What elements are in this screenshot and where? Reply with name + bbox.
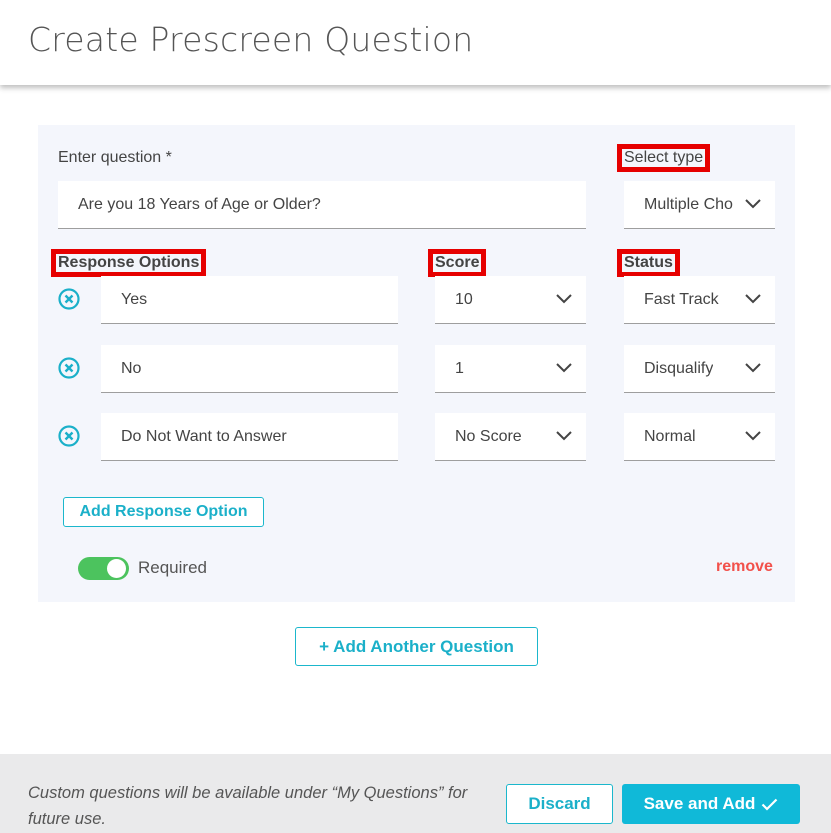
status-select[interactable]: Disqualify	[624, 345, 775, 393]
score-select-value: 10	[455, 290, 473, 308]
status-header: Status	[617, 249, 680, 277]
score-select-value: No Score	[455, 427, 522, 445]
discard-button[interactable]: Discard	[506, 784, 613, 824]
save-and-add-button[interactable]: Save and Add	[622, 784, 800, 824]
required-toggle[interactable]	[78, 557, 129, 580]
question-input-value: Are you 18 Years of Age or Older?	[78, 195, 321, 213]
response-option-value: Yes	[121, 290, 148, 308]
question-label: Enter question *	[58, 149, 172, 166]
remove-question-link[interactable]: remove	[716, 558, 773, 576]
status-select-value: Fast Track	[644, 290, 719, 308]
type-select-value: Multiple Cho	[644, 195, 733, 213]
score-select-value: 1	[455, 359, 464, 377]
status-select[interactable]: Fast Track	[624, 276, 775, 324]
save-and-add-label: Save and Add	[643, 794, 756, 813]
checkmark-icon	[762, 798, 778, 811]
score-header: Score	[427, 249, 487, 277]
response-options-header: Response Options	[50, 249, 207, 277]
toggle-knob	[107, 559, 126, 578]
response-option-value: No	[121, 359, 142, 377]
score-select[interactable]: No Score	[435, 413, 586, 461]
required-label: Required	[138, 558, 207, 577]
question-input[interactable]: Are you 18 Years of Age or Older?	[58, 181, 586, 229]
response-option-input[interactable]: No	[101, 345, 398, 393]
status-select-value: Disqualify	[644, 359, 714, 377]
chevron-down-icon	[745, 431, 761, 441]
status-select-value: Normal	[644, 427, 696, 445]
select-type-label: Select type	[616, 144, 711, 172]
add-another-question-button[interactable]: + Add Another Question	[295, 627, 538, 666]
remove-option-icon[interactable]	[58, 288, 80, 310]
add-response-option-button[interactable]: Add Response Option	[63, 497, 264, 527]
remove-option-icon[interactable]	[58, 425, 80, 447]
score-select[interactable]: 10	[435, 276, 586, 324]
chevron-down-icon	[745, 294, 761, 304]
chevron-down-icon	[556, 363, 572, 373]
page-title: Create Prescreen Question	[28, 20, 474, 59]
remove-option-icon[interactable]	[58, 357, 80, 379]
chevron-down-icon	[556, 294, 572, 304]
footer-note: Custom questions will be available under…	[28, 784, 468, 828]
chevron-down-icon	[745, 199, 761, 209]
chevron-down-icon	[745, 363, 761, 373]
chevron-down-icon	[556, 431, 572, 441]
type-select[interactable]: Multiple Cho	[624, 181, 775, 229]
response-option-input[interactable]: Yes	[101, 276, 398, 324]
response-option-value: Do Not Want to Answer	[121, 427, 287, 445]
score-select[interactable]: 1	[435, 345, 586, 393]
status-select[interactable]: Normal	[624, 413, 775, 461]
page-header: Create Prescreen Question	[0, 0, 831, 85]
response-option-input[interactable]: Do Not Want to Answer	[101, 413, 398, 461]
